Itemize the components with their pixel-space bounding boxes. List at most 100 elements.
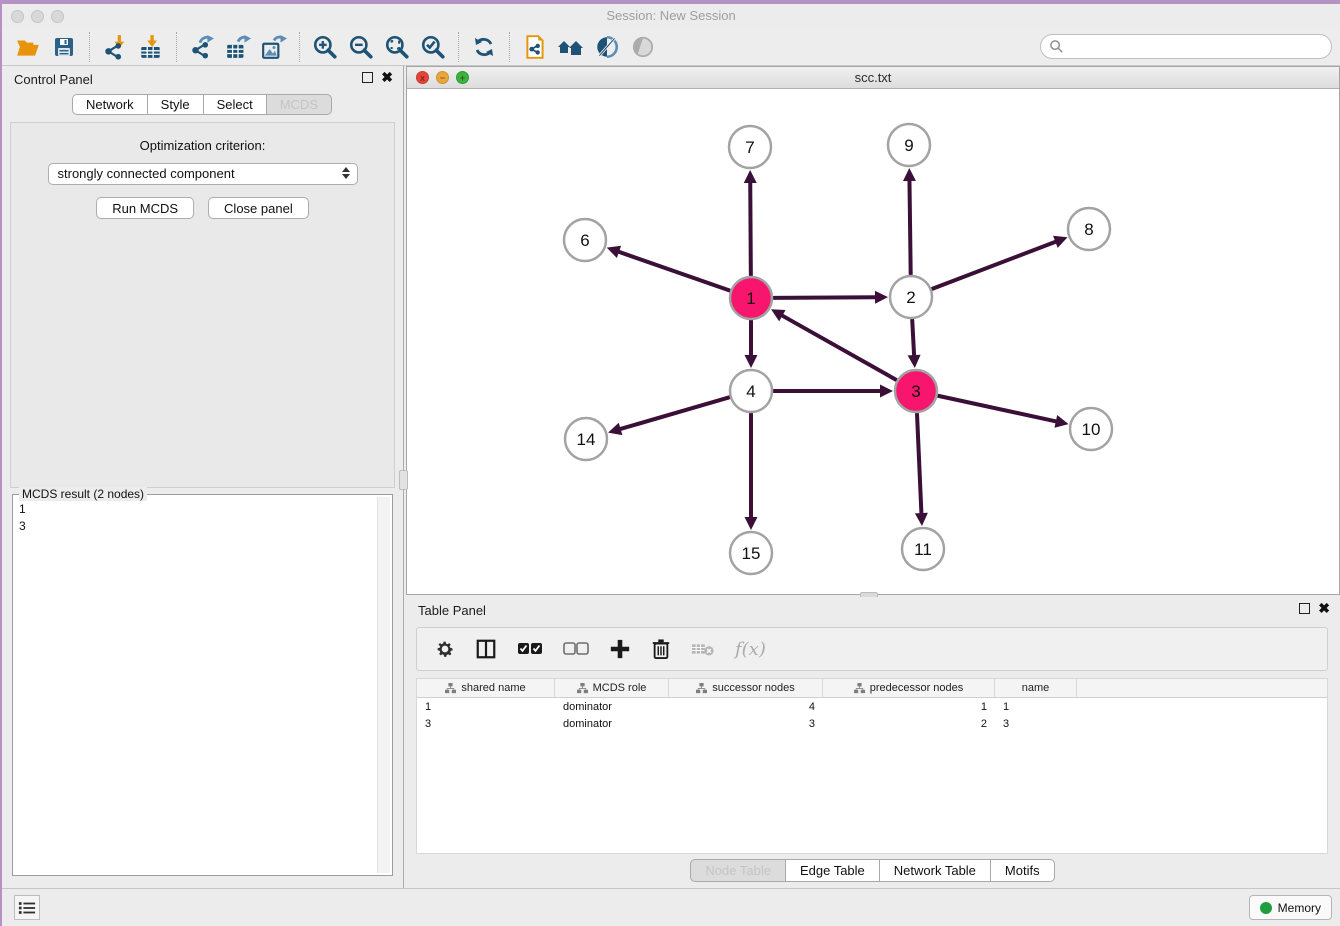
graph-edge-1-2[interactable]	[774, 297, 876, 298]
graph-node-14[interactable]: 14	[565, 418, 607, 460]
zoom-fit-button[interactable]	[379, 31, 415, 63]
columns-icon	[475, 638, 497, 660]
column-header-label: name	[1022, 682, 1050, 694]
table-cell[interactable]: 1	[823, 701, 995, 713]
graph-edge-3-11[interactable]	[917, 414, 921, 514]
select-all-button[interactable]	[517, 641, 543, 657]
vertical-split-grip[interactable]	[399, 470, 408, 490]
zoom-out-button[interactable]	[343, 31, 379, 63]
table-cell[interactable]: 3	[417, 718, 555, 730]
show-hide-button[interactable]	[625, 31, 661, 63]
tab-motifs[interactable]: Motifs	[990, 859, 1055, 882]
table-panel-title: Table Panel	[418, 603, 486, 618]
column-header-successor-nodes[interactable]: successor nodes	[669, 679, 823, 697]
run-mcds-button[interactable]: Run MCDS	[96, 197, 194, 219]
column-header-shared-name[interactable]: shared name	[417, 679, 555, 697]
search-input[interactable]	[1064, 40, 1323, 54]
visual-mapping-button[interactable]	[589, 31, 625, 63]
control-panel-header: Control Panel ✖	[2, 66, 403, 94]
export-network-button[interactable]	[184, 31, 220, 63]
float-table-panel-icon[interactable]	[1299, 603, 1310, 614]
graph-node-4[interactable]: 4	[730, 370, 772, 412]
graph-node-3[interactable]: 3	[895, 370, 937, 412]
network-minimize-button[interactable]: −	[436, 71, 449, 84]
window-minimize-button[interactable]	[31, 10, 44, 23]
close-panel-button[interactable]: Close panel	[208, 197, 309, 219]
tab-node-table[interactable]: Node Table	[690, 859, 786, 882]
graph-node-9[interactable]: 9	[888, 124, 930, 166]
table-cell[interactable]: dominator	[555, 718, 669, 730]
graph-edge-4-14[interactable]	[620, 397, 729, 429]
status-bar: Memory	[2, 888, 1340, 926]
graph-node-1[interactable]: 1	[730, 277, 772, 319]
memory-button[interactable]: Memory	[1249, 895, 1332, 920]
tab-style[interactable]: Style	[147, 94, 204, 115]
save-session-button[interactable]	[46, 31, 82, 63]
add-column-button[interactable]	[609, 638, 631, 660]
graph-edge-2-3[interactable]	[912, 320, 914, 356]
table-cell[interactable]: dominator	[555, 701, 669, 713]
clone-network-button[interactable]	[517, 31, 553, 63]
column-selector-button[interactable]	[475, 638, 497, 660]
tab-network-table[interactable]: Network Table	[879, 859, 991, 882]
graph-node-11[interactable]: 11	[902, 528, 944, 570]
table-cell[interactable]: 1	[995, 701, 1077, 713]
graph-edge-arrowhead	[744, 170, 757, 183]
table-cell[interactable]: 1	[417, 701, 555, 713]
tab-network[interactable]: Network	[72, 94, 148, 115]
control-panel: Control Panel ✖ NetworkStyleSelectMCDS O…	[2, 66, 404, 888]
tab-mcds[interactable]: MCDS	[266, 94, 332, 115]
table-cell[interactable]: 3	[669, 718, 823, 730]
table-panel-header: Table Panel ✖	[406, 597, 1340, 625]
search-box[interactable]	[1040, 34, 1332, 59]
table-settings-button[interactable]	[435, 639, 455, 659]
export-image-button[interactable]	[256, 31, 292, 63]
zoom-in-button[interactable]	[307, 31, 343, 63]
float-panel-icon[interactable]	[362, 72, 373, 83]
network-zoom-button[interactable]: +	[456, 71, 469, 84]
task-history-button[interactable]	[14, 895, 40, 920]
export-table-button[interactable]	[220, 31, 256, 63]
tab-select[interactable]: Select	[203, 94, 267, 115]
network-canvas[interactable]: 7 9 6 8 1 2 4 3 14 10 15 11	[407, 89, 1339, 594]
deselect-all-button[interactable]	[563, 641, 589, 657]
graph-edge-3-1[interactable]	[781, 315, 895, 380]
delete-column-button[interactable]	[651, 638, 671, 660]
tab-edge-table[interactable]: Edge Table	[785, 859, 880, 882]
table-cell[interactable]: 3	[995, 718, 1077, 730]
import-network-button[interactable]	[97, 31, 133, 63]
table-cell[interactable]: 2	[823, 718, 995, 730]
import-table-button[interactable]	[133, 31, 169, 63]
graph-node-2[interactable]: 2	[890, 276, 932, 318]
graph-node-6[interactable]: 6	[564, 219, 606, 261]
table-cell[interactable]: 4	[669, 701, 823, 713]
graph-node-10[interactable]: 10	[1070, 408, 1112, 450]
result-scrollbar[interactable]	[377, 497, 390, 873]
dropdown-stepper-icon	[342, 167, 350, 179]
criterion-dropdown[interactable]: strongly connected component	[48, 163, 358, 185]
graph-edge-1-6[interactable]	[618, 252, 729, 291]
open-session-button[interactable]	[10, 31, 46, 63]
column-header-mcds-role[interactable]: MCDS role	[555, 679, 669, 697]
zoom-selected-button[interactable]	[415, 31, 451, 63]
apply-style-button[interactable]	[466, 31, 502, 63]
network-close-button[interactable]: x	[416, 71, 429, 84]
graph-node-8[interactable]: 8	[1068, 208, 1110, 250]
window-close-button[interactable]	[11, 10, 24, 23]
graph-node-7[interactable]: 7	[729, 126, 771, 168]
table-row[interactable]: 3dominator323	[417, 715, 1327, 732]
legacy-gui-button[interactable]	[553, 31, 589, 63]
graph-node-15[interactable]: 15	[730, 532, 772, 574]
table-row[interactable]: 1dominator411	[417, 698, 1327, 715]
mcds-result-text[interactable]: 13	[15, 497, 376, 873]
graph-edge-2-9[interactable]	[909, 180, 910, 274]
graph-edge-2-8[interactable]	[932, 241, 1056, 288]
graph-edge-1-7[interactable]	[750, 182, 751, 275]
close-panel-icon[interactable]: ✖	[381, 72, 393, 83]
graph-edge-3-10[interactable]	[938, 396, 1056, 422]
window-zoom-button[interactable]	[51, 10, 64, 23]
graph-node-label: 6	[580, 231, 589, 250]
column-header-predecessor-nodes[interactable]: predecessor nodes	[823, 679, 995, 697]
column-header-name[interactable]: name	[995, 679, 1077, 697]
close-table-panel-icon[interactable]: ✖	[1318, 603, 1330, 614]
